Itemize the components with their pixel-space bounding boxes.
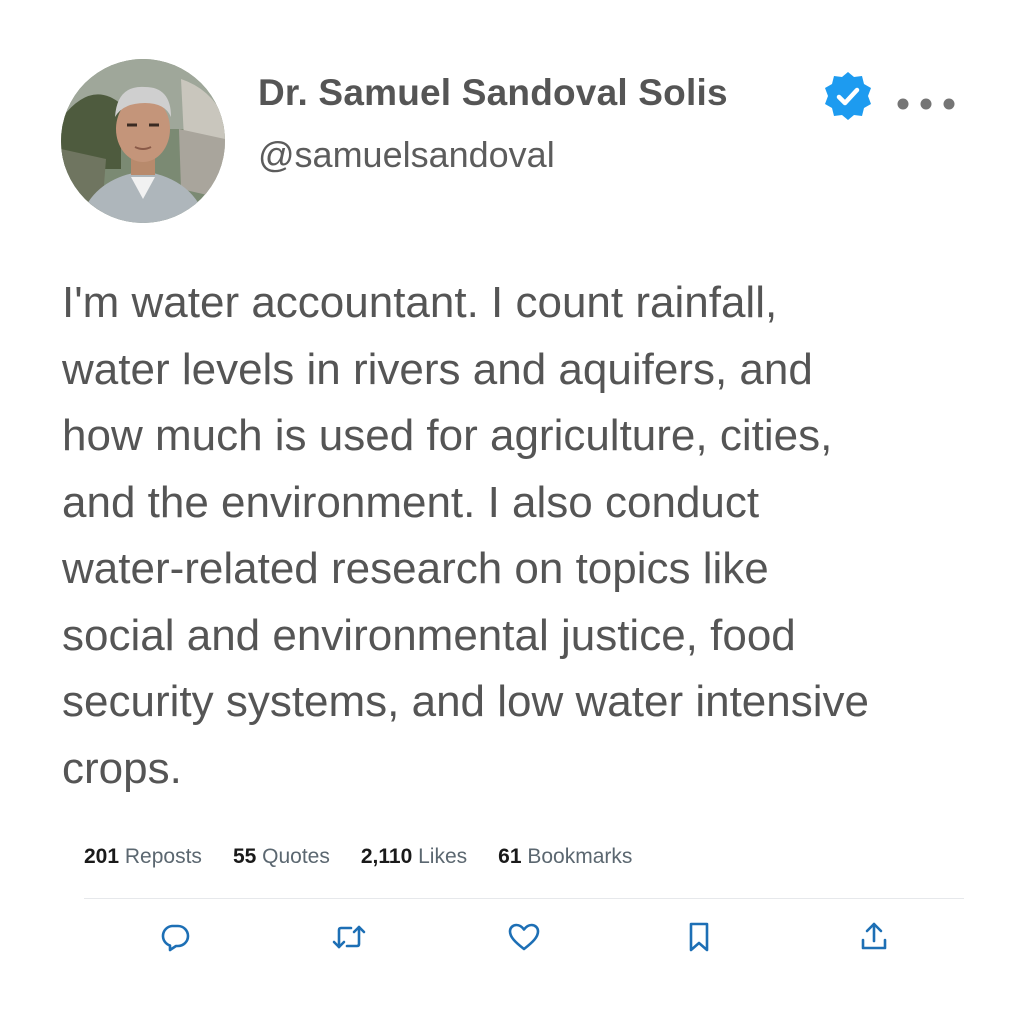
divider: [84, 898, 964, 899]
bookmark-button[interactable]: [679, 917, 719, 957]
bookmark-icon: [689, 922, 709, 952]
reply-icon: [161, 924, 190, 952]
like-button[interactable]: [504, 917, 544, 957]
quotes-label: Quotes: [262, 845, 330, 868]
bookmarks-count: 61: [498, 845, 522, 868]
tweet-card: Dr. Samuel Sandoval Solis @samuelsandova…: [0, 0, 1024, 1024]
verified-badge-icon: [822, 70, 874, 122]
author-display-name[interactable]: Dr. Samuel Sandoval Solis: [258, 72, 728, 114]
avatar[interactable]: [61, 59, 225, 223]
repost-icon: [332, 925, 366, 949]
heart-icon: [508, 923, 540, 951]
reposts-stat[interactable]: 201 Reposts: [84, 845, 202, 869]
bookmarks-label: Bookmarks: [527, 845, 633, 868]
reposts-count: 201: [84, 845, 120, 868]
author-handle[interactable]: @samuelsandoval: [258, 134, 555, 176]
likes-count: 2,110: [360, 845, 413, 868]
profile-photo-icon: [61, 59, 225, 223]
tweet-text: I'm water accountant. I count rainfall, …: [62, 278, 869, 793]
more-options-icon[interactable]: [893, 92, 959, 116]
reposts-label: Reposts: [124, 845, 202, 868]
reply-button[interactable]: [155, 917, 195, 957]
share-icon: [861, 922, 887, 950]
likes-stat[interactable]: 2,110 Likes: [361, 845, 467, 869]
share-button[interactable]: [854, 917, 894, 957]
quotes-stat[interactable]: 55 Quotes: [233, 845, 330, 869]
engagement-stats: 201 Reposts 55 Quotes 2,110 Likes 61 Boo…: [84, 845, 663, 869]
likes-label: Likes: [418, 845, 468, 868]
repost-button[interactable]: [329, 917, 369, 957]
quotes-count: 55: [232, 845, 257, 868]
bookmarks-stat[interactable]: 61 Bookmarks: [498, 845, 632, 869]
